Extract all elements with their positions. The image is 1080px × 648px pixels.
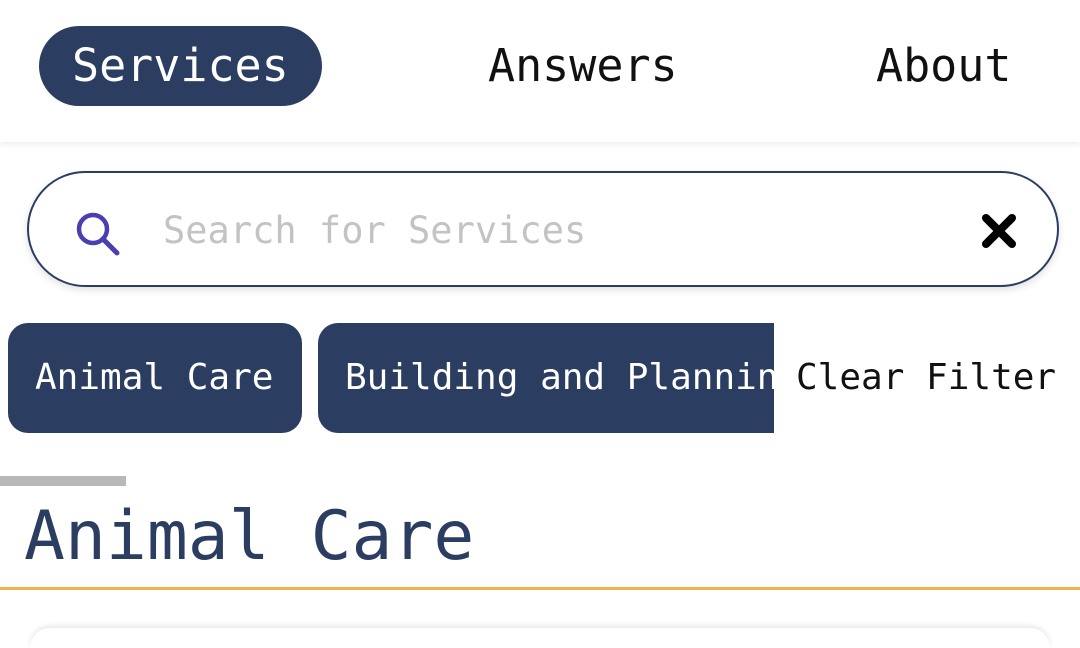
search-icon[interactable] xyxy=(73,209,123,259)
filter-chip-animal-care[interactable]: Animal Care xyxy=(8,323,302,433)
nav-tab-services[interactable]: Services xyxy=(39,26,322,106)
clear-filter-button[interactable]: Clear Filter xyxy=(796,323,1056,433)
nav-tab-about[interactable]: About xyxy=(876,26,1011,106)
section-title: Animal Care xyxy=(24,497,475,576)
scroll-indicator xyxy=(0,476,126,486)
search-bar xyxy=(27,171,1059,287)
search-input[interactable] xyxy=(161,197,925,263)
filter-chip-building-and-planning[interactable]: Building and Planning xyxy=(318,323,774,433)
section-divider xyxy=(0,587,1080,590)
filter-chips: Animal Care Building and Planning Clear … xyxy=(0,323,1080,433)
close-icon[interactable] xyxy=(979,211,1019,251)
nav-tab-answers[interactable]: Answers xyxy=(488,26,678,106)
services-content: Animal Care Building and Planning Clear … xyxy=(0,142,1080,648)
top-navigation: Services Answers About xyxy=(0,0,1080,142)
service-card[interactable] xyxy=(30,628,1050,648)
